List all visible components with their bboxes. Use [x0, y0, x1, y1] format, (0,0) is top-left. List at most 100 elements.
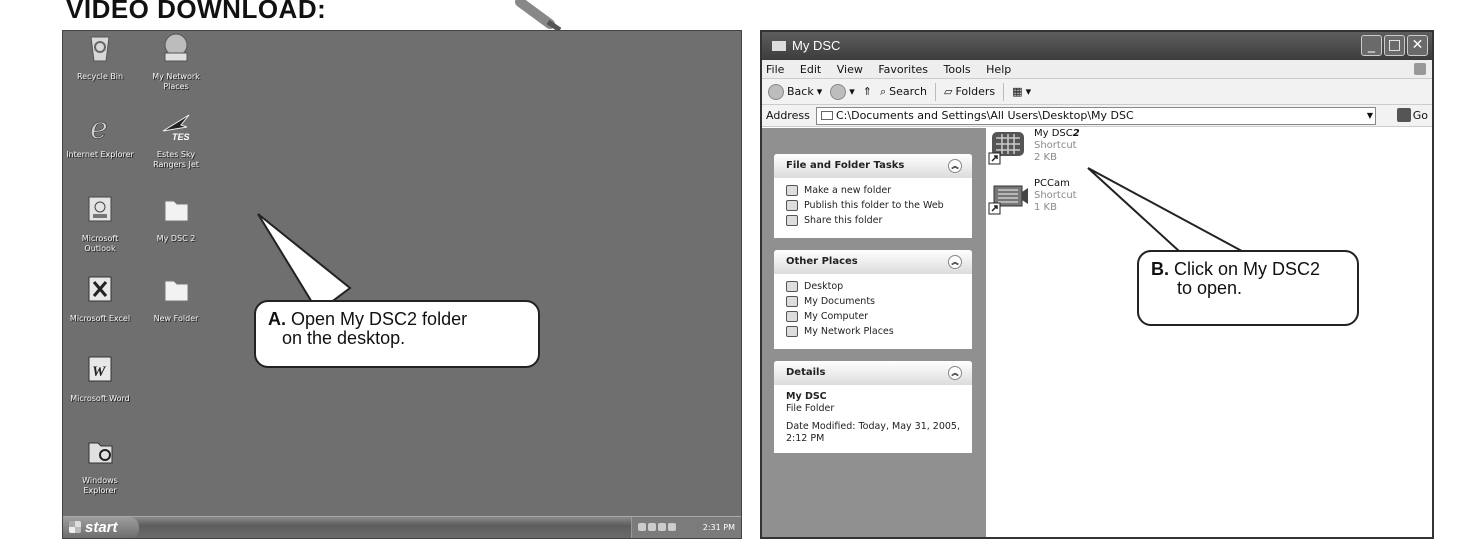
desktop-icon-excel[interactable]: Microsoft Excel: [65, 275, 135, 324]
forward-arrow-icon: [830, 83, 847, 100]
svg-text:e: e: [90, 111, 108, 141]
desktop-icon-windows-explorer[interactable]: Windows Explorer: [65, 437, 135, 496]
address-bar: Address C:\Documents and Settings\All Us…: [762, 105, 1432, 127]
tray-icon[interactable]: [668, 523, 676, 531]
recycle-bin-icon: [90, 36, 110, 62]
address-label: Address: [766, 109, 810, 122]
callout-a: A. Open My DSC2 folder on the desktop.: [254, 300, 540, 368]
up-folder-icon: ⇑: [862, 84, 872, 98]
search-button[interactable]: ⌕ Search: [880, 79, 927, 105]
camera-shortcut-icon: [988, 132, 1024, 165]
menu-file[interactable]: File: [766, 63, 784, 76]
webcam-shortcut-icon: [988, 185, 1028, 215]
desktop-icon-my-dsc2[interactable]: My DSC 2: [141, 195, 211, 244]
panel-header[interactable]: Other Places ︽: [774, 250, 972, 274]
window-titlebar[interactable]: My DSC _ □ ✕: [762, 32, 1432, 60]
desktop-icon-outlook[interactable]: Microsoft Outlook: [65, 195, 135, 254]
tray-icon[interactable]: [648, 523, 656, 531]
menu-favorites[interactable]: Favorites: [878, 63, 928, 76]
share-folder-icon: [786, 215, 798, 226]
usb-cable-icon: [515, 0, 562, 30]
svg-text:TES: TES: [172, 132, 190, 141]
task-publish-folder[interactable]: Publish this folder to the Web: [786, 200, 964, 212]
start-button[interactable]: start: [63, 517, 139, 538]
new-folder-icon: [786, 185, 798, 196]
folder-icon: [164, 280, 189, 302]
menu-bar: File Edit View Favorites Tools Help: [762, 60, 1432, 79]
desktop-icon-estes-jet[interactable]: TES Estes Sky Rangers Jet: [141, 111, 211, 170]
network-places-icon: [164, 33, 188, 62]
panel-other-places: Other Places ︽ Desktop My Documents My Co…: [774, 250, 972, 349]
internet-explorer-icon: e: [90, 111, 108, 147]
taskbar: start 2:31 PM: [63, 516, 741, 538]
taskbar-clock[interactable]: 2:31 PM: [703, 517, 735, 538]
outlook-icon: [88, 196, 112, 222]
address-input[interactable]: C:\Documents and Settings\All Users\Desk…: [816, 107, 1376, 125]
file-item-my-dsc2[interactable]: My DSC2 Shortcut 2 KB: [988, 128, 1080, 166]
panel-details: Details ︽ My DSC File Folder Date Modifie…: [774, 361, 972, 453]
tray-icon[interactable]: [658, 523, 666, 531]
close-button[interactable]: ✕: [1407, 35, 1428, 56]
place-my-network-places[interactable]: My Network Places: [786, 326, 964, 338]
task-make-new-folder[interactable]: Make a new folder: [786, 185, 964, 197]
address-dropdown-icon[interactable]: ▼: [1367, 108, 1373, 124]
back-arrow-icon: [768, 83, 784, 100]
computer-icon: [786, 311, 798, 322]
folder-icon: [772, 41, 786, 51]
page-heading: VIDEO DOWNLOAD:: [66, 0, 327, 24]
task-pane: File and Folder Tasks ︽ Make a new folder…: [762, 128, 986, 537]
desktop-icon: [786, 281, 798, 292]
panel-file-folder-tasks: File and Folder Tasks ︽ Make a new folder…: [774, 154, 972, 238]
place-desktop[interactable]: Desktop: [786, 281, 964, 293]
system-tray: 2:31 PM: [631, 517, 741, 538]
collapse-icon[interactable]: ︽: [948, 366, 962, 380]
file-item-pccam[interactable]: PCCam Shortcut 1 KB: [988, 178, 1077, 216]
views-button[interactable]: ▦ ▾: [1012, 79, 1031, 105]
panel-header[interactable]: Details ︽: [774, 361, 972, 385]
details-type: File Folder: [786, 403, 835, 414]
desktop-icon-internet-explorer[interactable]: e Internet Explorer: [65, 111, 135, 160]
tray-icon[interactable]: [638, 523, 646, 531]
back-button[interactable]: Back ▾: [768, 79, 822, 105]
windows-flag-icon: [69, 521, 81, 533]
desktop-icon-word[interactable]: W Microsoft Word: [65, 355, 135, 404]
task-share-folder[interactable]: Share this folder: [786, 215, 964, 227]
place-my-documents[interactable]: My Documents: [786, 296, 964, 308]
folder-icon: [164, 200, 189, 222]
window-title: My DSC: [792, 38, 841, 53]
network-places-icon: [786, 326, 798, 337]
folders-button[interactable]: ▱ Folders: [944, 79, 995, 105]
windows-explorer-icon: [88, 442, 113, 464]
publish-web-icon: [786, 200, 798, 211]
panel-header[interactable]: File and Folder Tasks ︽: [774, 154, 972, 178]
menu-view[interactable]: View: [837, 63, 863, 76]
toolbar-separator: [1003, 82, 1005, 101]
collapse-icon[interactable]: ︽: [948, 159, 962, 173]
documents-icon: [786, 296, 798, 307]
minimize-button[interactable]: _: [1361, 35, 1382, 56]
desktop-icon-network-places[interactable]: My Network Places: [141, 33, 211, 92]
folders-icon: ▱: [943, 84, 953, 98]
collapse-icon[interactable]: ︽: [948, 255, 962, 269]
details-name: My DSC: [786, 391, 827, 402]
desktop-icon-new-folder[interactable]: New Folder: [141, 275, 211, 324]
toolbar: Back ▾ ▾ ⇑ ⌕ Search ▱ Folders ▦ ▾: [762, 79, 1432, 105]
desktop-icon-recycle-bin[interactable]: Recycle Bin: [65, 33, 135, 82]
go-arrow-icon: [1396, 108, 1411, 122]
forward-button[interactable]: ▾: [830, 79, 855, 105]
svg-text:W: W: [92, 364, 107, 380]
menu-help[interactable]: Help: [986, 63, 1011, 76]
windows-logo-icon: [1414, 63, 1426, 75]
place-my-computer[interactable]: My Computer: [786, 311, 964, 323]
up-folder-button[interactable]: ⇑: [863, 79, 872, 105]
desktop-screen: Recycle Bin My Network Places e Internet…: [62, 30, 742, 539]
word-icon: W: [88, 356, 112, 382]
callout-b: B. Click on My DSC2 to open.: [1137, 250, 1359, 326]
menu-tools[interactable]: Tools: [944, 63, 971, 76]
maximize-button[interactable]: □: [1384, 35, 1405, 56]
views-icon: ▦: [1012, 84, 1023, 98]
details-modified: Date Modified: Today, May 31, 2005, 2:12…: [786, 421, 960, 444]
menu-edit[interactable]: Edit: [800, 63, 821, 76]
go-button[interactable]: Go: [1396, 107, 1428, 125]
search-icon: ⌕: [880, 84, 887, 98]
